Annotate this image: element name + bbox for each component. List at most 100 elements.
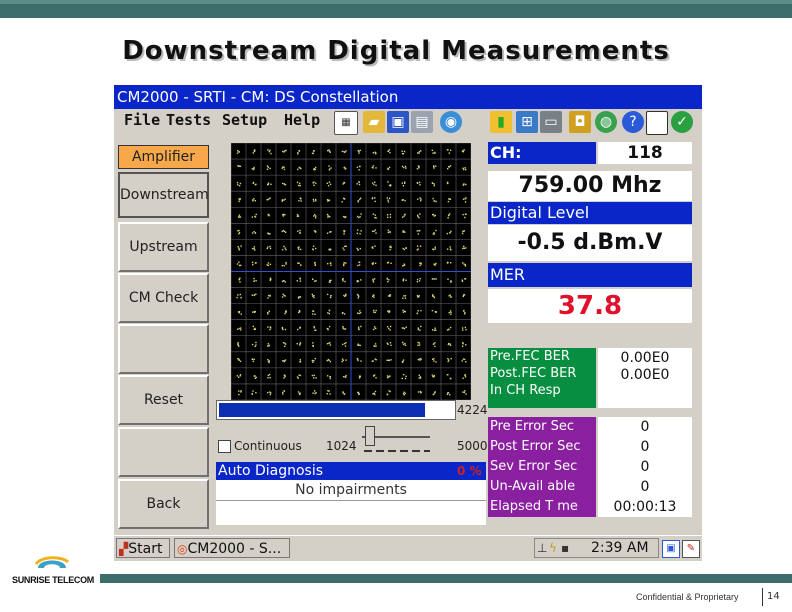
constellation-point [388, 279, 390, 281]
constellation-point [433, 165, 435, 167]
channel-label: CH: [488, 142, 596, 164]
constellation-point [432, 152, 434, 154]
constellation-point [401, 153, 404, 155]
back-button[interactable]: Back [118, 479, 209, 529]
cm-check-button[interactable]: CM Check [118, 273, 209, 323]
constellation-point [449, 149, 452, 151]
constellation-point [372, 165, 375, 167]
constellation-point [357, 326, 360, 328]
blank-box-icon[interactable] [646, 111, 668, 135]
constellation-point [282, 360, 284, 362]
constellation-point [386, 277, 389, 280]
constellation-point [267, 149, 269, 151]
palette-icon[interactable]: ◍ [595, 111, 617, 133]
save-icon[interactable]: ▣ [387, 111, 409, 133]
amplifier-button[interactable]: Amplifier [118, 145, 209, 169]
constellation-point [285, 261, 287, 264]
constellation-point [416, 312, 419, 315]
globe-icon[interactable]: ◉ [440, 111, 462, 133]
constellation-point [312, 248, 314, 251]
constellation-point [268, 360, 270, 362]
constellation-point [251, 358, 254, 360]
network-icon[interactable]: ⊞ [516, 111, 538, 133]
constellation-point [283, 360, 286, 363]
constellation-point [389, 152, 391, 154]
constellation-point [465, 247, 467, 249]
constellation-point [342, 312, 344, 314]
constellation-point [402, 247, 404, 250]
tray-connection-icon[interactable]: ⊥ [537, 539, 547, 557]
constellation-point [433, 200, 436, 202]
constellation-point [237, 342, 239, 344]
constellation-point [433, 358, 435, 360]
folder-open-icon[interactable]: ▰ [363, 111, 385, 133]
downstream-button[interactable]: Downstream [118, 172, 209, 218]
constellation-point [386, 197, 388, 199]
constellation-point [299, 342, 302, 344]
constellation-point [281, 296, 284, 298]
logo-text: SUNRISE TELECOM [12, 575, 95, 585]
constellation-point [299, 361, 301, 363]
constellation-point [254, 200, 256, 202]
menu-tests[interactable]: Tests [166, 111, 211, 129]
constellation-point [268, 151, 271, 153]
sample-slider-thumb[interactable] [365, 426, 375, 446]
menu-help[interactable]: Help [284, 111, 320, 129]
constellation-point [417, 165, 420, 167]
constellation-point [326, 232, 329, 234]
constellation-point [327, 216, 329, 218]
constellation-point [403, 391, 405, 393]
constellation-point [357, 358, 359, 360]
constellation-point [345, 216, 347, 218]
help-icon[interactable]: ? [622, 111, 644, 133]
task-cm2000-button[interactable]: ◎CM2000 - S... [174, 538, 290, 558]
menu-file[interactable]: File [124, 111, 160, 129]
tray-power-icon[interactable]: ϟ [549, 539, 557, 557]
keypad-icon[interactable]: ▦ [334, 111, 358, 135]
constellation-point [297, 230, 299, 232]
lock-icon[interactable]: ◘ [569, 111, 591, 133]
constellation-point [461, 232, 464, 235]
constellation-point [357, 200, 359, 202]
constellation-point [297, 328, 299, 331]
constellation-point [253, 358, 255, 361]
constellation-point [297, 152, 299, 154]
blank-button[interactable] [118, 324, 209, 374]
constellation-point [418, 342, 421, 344]
bar-chart-icon[interactable]: ▮ [490, 111, 512, 133]
slide-top-band [0, 0, 792, 18]
constellation-point [462, 329, 464, 331]
constellation-point [327, 312, 329, 314]
constellation-point [449, 344, 452, 346]
blank-button-2[interactable] [118, 427, 209, 477]
continuous-checkbox[interactable] [218, 440, 231, 453]
desktop-icon[interactable]: ▣ [662, 540, 680, 558]
check-icon[interactable]: ✓ [671, 111, 693, 133]
constellation-point [462, 358, 465, 360]
constellation-point [371, 166, 373, 168]
tray-network-icon[interactable]: ▪ [561, 539, 569, 557]
constellation-point [418, 374, 420, 376]
constellation-point [266, 199, 268, 201]
constellation-point [238, 249, 240, 251]
constellation-point [267, 391, 269, 394]
constellation-point [251, 216, 254, 218]
menu-setup[interactable]: Setup [222, 111, 267, 129]
constellation-point [449, 165, 452, 167]
start-button[interactable]: ▞Start [116, 538, 170, 558]
reset-button[interactable]: Reset [118, 375, 209, 425]
upstream-button[interactable]: Upstream [118, 222, 209, 272]
constellation-point [450, 262, 452, 264]
constellation-point [404, 311, 406, 313]
constellation-point [252, 311, 254, 313]
keyboard-icon[interactable]: ✎ [682, 540, 700, 558]
print-icon[interactable]: ▤ [411, 111, 433, 133]
constellation-point [387, 295, 390, 297]
constellation-point [254, 377, 257, 379]
modem-icon[interactable]: ▭ [540, 111, 562, 133]
constellation-point [374, 151, 376, 153]
constellation-point [371, 182, 374, 184]
constellation-point [267, 374, 269, 377]
constellation-point [236, 152, 239, 154]
constellation-point [343, 262, 345, 264]
